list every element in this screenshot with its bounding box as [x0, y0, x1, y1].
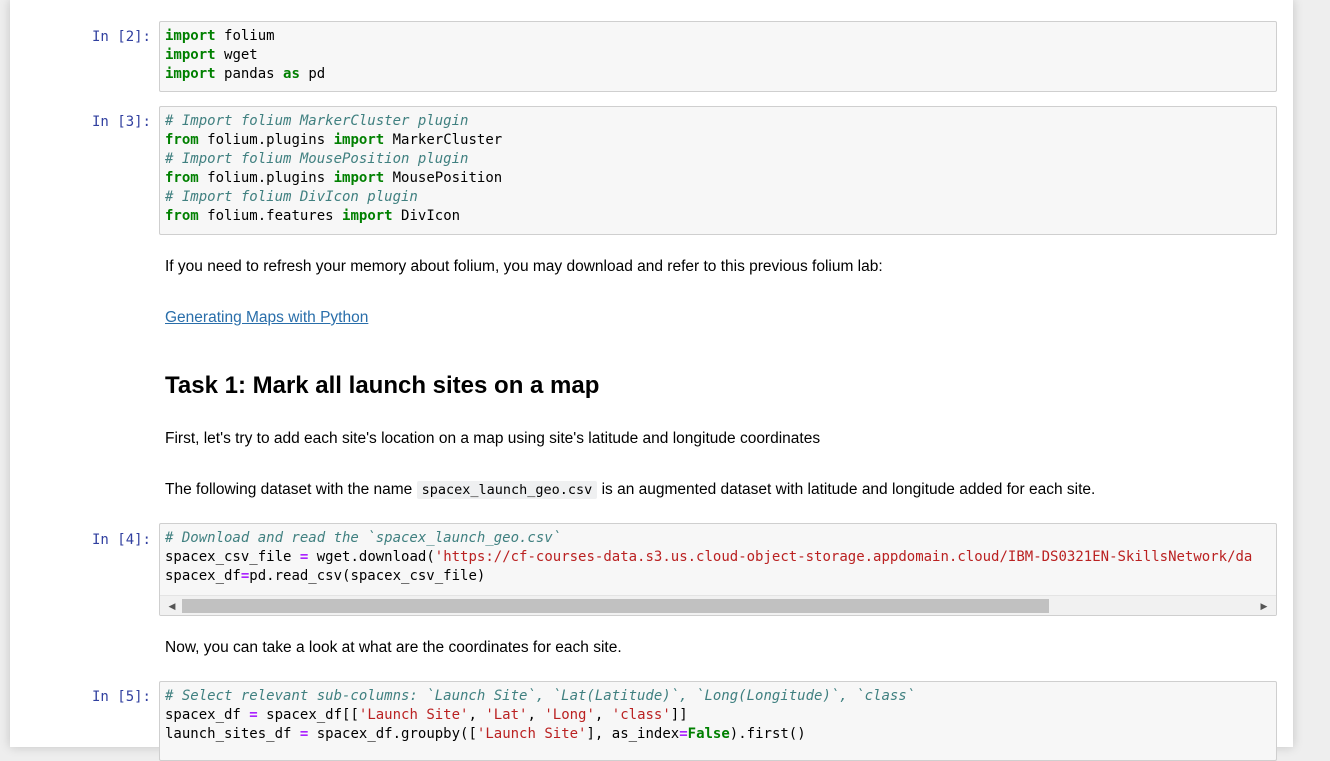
keyword: from: [165, 132, 199, 149]
code-text: pandas: [224, 66, 275, 83]
code-text: ,: [468, 707, 486, 724]
code-text: MousePosition: [392, 170, 503, 187]
keyword: as: [283, 66, 300, 83]
code-text: launch_sites_df: [165, 726, 292, 743]
dataset-filename-code: spacex_launch_geo.csv: [416, 481, 598, 499]
code-block[interactable]: import folium import wget import pandas …: [160, 22, 1276, 89]
code-block[interactable]: # Import folium MarkerCluster plugin fro…: [160, 107, 1276, 232]
operator: =: [249, 707, 258, 724]
scroll-right-icon[interactable]: ▶: [1257, 599, 1271, 613]
cell-prompt: In [4]:: [91, 532, 151, 548]
code-block[interactable]: # Download and read the `spacex_launch_g…: [160, 524, 1276, 591]
code-text: pd.read_csv(spacex_csv_file): [249, 568, 486, 585]
code-text: ,: [594, 707, 612, 724]
code-text: spacex_csv_file: [165, 549, 292, 566]
operator: =: [679, 726, 688, 743]
code-cell-imports[interactable]: import folium import wget import pandas …: [159, 21, 1277, 92]
operator: =: [299, 549, 309, 566]
code-string: 'Long': [544, 707, 595, 724]
code-text: wget: [224, 47, 258, 64]
code-text: MarkerCluster: [392, 132, 503, 149]
code-text: ).first(): [729, 726, 806, 743]
generating-maps-link[interactable]: Generating Maps with Python: [165, 309, 368, 326]
cell-prompt: In [3]:: [91, 114, 151, 130]
code-string: 'https://cf-courses-data.s3.us.cloud-obj…: [434, 549, 1253, 566]
keyword: import: [165, 28, 216, 44]
code-text: spacex_df[[: [266, 707, 359, 724]
keyword: import: [165, 66, 216, 83]
operator: =: [299, 726, 309, 743]
markdown-link-wrapper: Generating Maps with Python: [165, 309, 368, 327]
code-text: spacex_df.groupby([: [316, 726, 477, 743]
cell-prompt: In [5]:: [91, 689, 151, 705]
code-text: DivIcon: [401, 208, 461, 225]
keyword: from: [165, 170, 199, 187]
code-string: 'Launch Site': [476, 726, 587, 743]
markdown-refresh-text: If you need to refresh your memory about…: [165, 258, 883, 275]
code-cell-download[interactable]: # Download and read the `spacex_launch_g…: [159, 523, 1277, 616]
keyword: import: [333, 132, 385, 149]
code-comment: # Import folium MousePosition plugin: [165, 151, 469, 168]
task-heading: Task 1: Mark all launch sites on a map: [165, 372, 600, 399]
code-cell-select-columns[interactable]: # Select relevant sub-columns: `Launch S…: [159, 681, 1277, 761]
cell-prompt: In [2]:: [91, 29, 151, 45]
code-text: folium.plugins: [207, 170, 326, 187]
code-string: 'Launch Site': [358, 707, 469, 724]
code-text: folium.plugins: [207, 132, 326, 149]
code-string: 'Lat': [485, 707, 528, 724]
keyword: from: [165, 208, 199, 225]
code-text: spacex_df: [165, 568, 241, 585]
code-block[interactable]: # Select relevant sub-columns: `Launch S…: [160, 682, 1276, 749]
code-comment: # Import folium DivIcon plugin: [165, 189, 418, 206]
code-cell-plugins[interactable]: # Import folium MarkerCluster plugin fro…: [159, 106, 1277, 235]
markdown-dataset-text: The following dataset with the name spac…: [165, 481, 1095, 499]
code-string: 'class': [611, 707, 671, 724]
keyword: False: [687, 726, 730, 743]
code-text: ,: [527, 707, 545, 724]
code-comment: # Download and read the `spacex_launch_g…: [165, 530, 562, 546]
code-text: ], as_index: [586, 726, 680, 743]
notebook-container: In [2]: import folium import wget import…: [10, 0, 1293, 761]
scrollbar-thumb[interactable]: [182, 599, 1049, 613]
code-text: folium: [224, 28, 275, 44]
code-text: pd: [308, 66, 326, 83]
dataset-suffix: is an augmented dataset with latitude an…: [601, 481, 1096, 498]
code-comment: # Select relevant sub-columns: `Launch S…: [165, 688, 916, 704]
keyword: import: [333, 170, 385, 187]
keyword: import: [342, 208, 393, 225]
code-text: wget.download(: [316, 549, 435, 566]
horizontal-scrollbar[interactable]: ◀ ▶: [160, 595, 1276, 615]
code-text: ]]: [670, 707, 688, 724]
code-text: folium.features: [207, 208, 334, 225]
markdown-coords-text: Now, you can take a look at what are the…: [165, 639, 622, 656]
keyword: import: [165, 47, 216, 64]
markdown-first-text: First, let's try to add each site's loca…: [165, 430, 821, 447]
dataset-prefix: The following dataset with the name: [165, 481, 413, 498]
code-text: spacex_df: [165, 707, 241, 724]
scroll-left-icon[interactable]: ◀: [165, 599, 179, 613]
code-comment: # Import folium MarkerCluster plugin: [165, 113, 469, 129]
